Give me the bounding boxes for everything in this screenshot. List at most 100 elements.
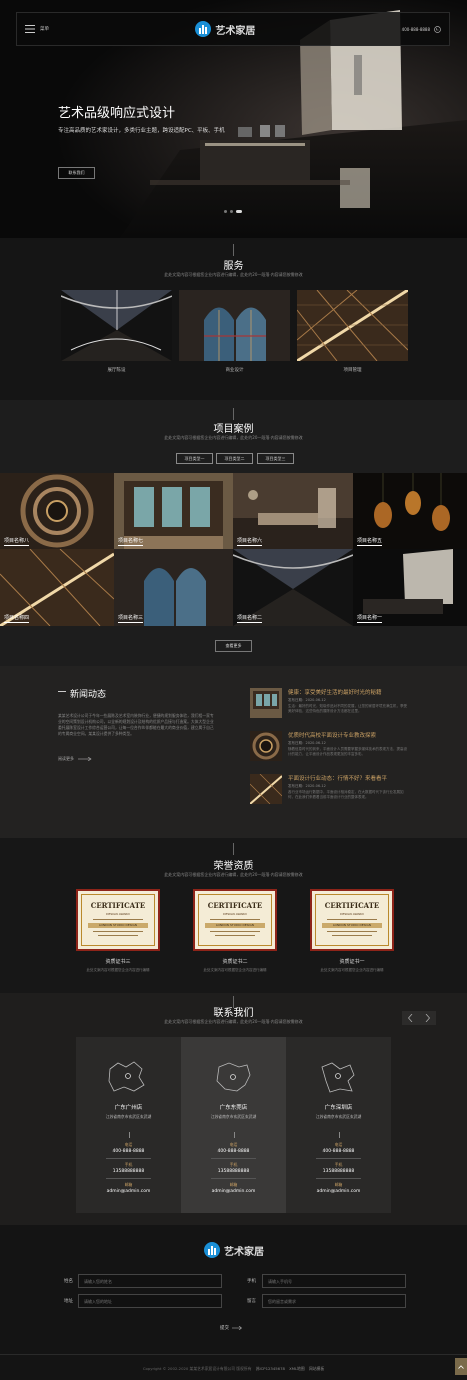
store-mobile: 13588888888 xyxy=(322,1169,355,1174)
store-city: 广东东莞店 xyxy=(219,1105,248,1111)
store-city: 广东深圳店 xyxy=(324,1105,353,1111)
hero-contact-button[interactable]: 联系我们 xyxy=(58,167,95,179)
message-input[interactable] xyxy=(262,1294,406,1308)
brand-logo[interactable]: 艺术家居 xyxy=(195,21,255,37)
contact-title: 联系我们 xyxy=(213,1008,254,1019)
copyright-text: Copyright © 2002-2020 某某艺术家居设计有限公司 版权所有 xyxy=(142,1366,252,1371)
address-input[interactable] xyxy=(78,1294,222,1308)
case-title: 项目名称八 xyxy=(4,538,30,546)
template-link[interactable]: 网站模板 xyxy=(309,1366,324,1371)
service-label: 项目管理 xyxy=(343,368,362,373)
news-item-desc: 各行业市场运行数据中，平面设计相对稳定，在大数据时代下该行业发展如何，在此我们来… xyxy=(288,790,404,799)
service-card-commercial[interactable] xyxy=(179,290,290,361)
store-email: admin@admin.com xyxy=(106,1189,151,1194)
services-subtitle: 此处文案内容可根据您企业内容进行编辑，此处约20一段落·内容请您按需修改 xyxy=(164,272,303,277)
news-item-date: 发布日期：2020-06-12 xyxy=(288,784,326,788)
map-outline-icon xyxy=(216,1062,251,1092)
name-label: 姓名 xyxy=(64,1279,73,1284)
contact-card-guangzhou[interactable]: 广东广州店 江苏省南京市玄武区玄武湖 电话 400-888-8888 手机 13… xyxy=(76,1037,181,1213)
case-tile[interactable]: 项目名称七 xyxy=(114,473,233,549)
slide-dot[interactable] xyxy=(224,210,227,213)
news-item-title[interactable]: 健康：享受美好生活的最好时光的秘籍 xyxy=(288,688,382,696)
menu-label[interactable]: 菜单 xyxy=(40,26,49,32)
news-item[interactable]: 平面设计行业动态：行情不好？来看看平 发布日期：2020-06-12 各行业市场… xyxy=(250,774,410,808)
case-tile[interactable]: 项目名称八 xyxy=(0,473,114,549)
map-outline-icon xyxy=(108,1061,145,1092)
certificate-desc: 此处文案内容可根据您企业内容进行编辑 xyxy=(86,968,150,972)
cases-more-button[interactable]: 查看更多 xyxy=(215,640,252,652)
case-tile[interactable]: 项目名称三 xyxy=(114,549,233,626)
certificate-subheading: DESIGN AWARD xyxy=(223,912,247,916)
service-card-exhibit[interactable] xyxy=(61,290,172,361)
footer-logo[interactable]: 艺术家居 xyxy=(204,1242,264,1258)
name-input[interactable] xyxy=(78,1274,222,1288)
phone-key: 电话 xyxy=(334,1142,343,1147)
header-phone[interactable]: 400-888-8888 xyxy=(401,25,441,33)
store-address: 江苏省南京市玄武区玄武湖 xyxy=(105,1114,152,1119)
hero-subtitle: 专注高品质的艺术家设计，多类行业主题，跨设适配PC、平板、手机 xyxy=(58,128,225,134)
case-tile[interactable]: 项目名称二 xyxy=(233,549,353,626)
news-item-title[interactable]: 平面设计行业动态：行情不好？来看看平 xyxy=(288,774,387,782)
sitemap-link[interactable]: XML地图 xyxy=(289,1366,305,1371)
slide-dot[interactable] xyxy=(230,210,233,213)
logo-icon xyxy=(195,21,212,37)
news-item[interactable]: 健康：享受美好生活的最好时光的秘籍 发布日期：2020-06-12 生活：最好的… xyxy=(250,688,410,722)
cases-subtitle: 此处文案内容可根据您企业内容进行编辑，此处约20一段落·内容请您按需修改 xyxy=(164,435,303,440)
news-title-dash xyxy=(58,691,66,692)
filter-button[interactable]: 项目类型一 xyxy=(176,453,213,464)
email-key: 邮箱 xyxy=(229,1182,238,1187)
certificate-subheading: DESIGN AWARD xyxy=(106,912,130,916)
store-address: 江苏省南京市玄武区玄武湖 xyxy=(210,1114,257,1119)
news-thumbnail xyxy=(250,774,282,804)
certificate-desc: 此处文案内容可根据您企业内容进行编辑 xyxy=(320,968,384,972)
news-item-date: 发布日期：2020-06-12 xyxy=(288,698,326,702)
address-label: 地址 xyxy=(64,1299,73,1304)
store-mobile: 13588888888 xyxy=(112,1169,145,1174)
certificate-heading: CERTIFICATE xyxy=(207,901,263,910)
store-mobile: 13588888888 xyxy=(217,1169,250,1174)
case-title: 项目名称五 xyxy=(357,538,383,546)
service-card-management[interactable] xyxy=(297,290,408,361)
menu-icon[interactable] xyxy=(25,25,35,33)
map-outline-icon xyxy=(321,1062,355,1093)
cases-divider xyxy=(233,408,234,420)
certificate-card[interactable]: CERTIFICATE DESIGN AWARD LONDON STUDIO D… xyxy=(310,889,394,951)
news-more-link[interactable]: 阅读更多 xyxy=(58,756,92,762)
case-tile[interactable]: 项目名称四 xyxy=(0,549,114,626)
top-navigation-bar: 菜单 艺术家居 400-888-8888 xyxy=(16,12,450,46)
contact-card-shenzhen[interactable]: 广东深圳店 江苏省南京市玄武区玄武湖 电话 400-888-8888 手机 13… xyxy=(286,1037,391,1213)
certificate-subheading: DESIGN AWARD xyxy=(340,912,364,916)
certificate-card[interactable]: CERTIFICATE DESIGN AWARD LONDON STUDIO D… xyxy=(193,889,277,951)
phone-number: 400-888-8888 xyxy=(401,26,430,32)
slide-dot-active[interactable] xyxy=(236,210,242,213)
case-tile[interactable]: 项目名称一 xyxy=(353,549,467,626)
submit-label[interactable]: 提交 xyxy=(220,1325,229,1331)
news-item-title[interactable]: 优质时代高校平面设计专业教改探索 xyxy=(288,731,376,739)
service-image xyxy=(179,290,290,361)
email-key: 邮箱 xyxy=(334,1182,343,1187)
contact-subtitle: 此处文案内容可根据您企业内容进行编辑，此处约20一段落·内容请您按需修改 xyxy=(164,1019,303,1024)
mobile-input[interactable] xyxy=(262,1274,406,1288)
menu-toggle[interactable]: 菜单 xyxy=(25,25,49,33)
case-tile[interactable]: 项目名称六 xyxy=(233,473,353,549)
email-key: 邮箱 xyxy=(124,1182,133,1187)
chevron-right-icon[interactable] xyxy=(425,1014,430,1022)
mobile-key: 手机 xyxy=(229,1162,238,1167)
chevron-left-icon[interactable] xyxy=(408,1014,413,1022)
contact-card-dongguan[interactable]: 广东东莞店 江苏省南京市玄武区玄武湖 电话 400-888-8888 手机 13… xyxy=(181,1037,286,1213)
certificate-card[interactable]: CERTIFICATE DESIGN AWARD LONDON STUDIO D… xyxy=(76,889,160,951)
phone-icon xyxy=(434,25,441,33)
certificate-label: 资质证书一 xyxy=(339,959,365,965)
icp-link[interactable]: 苏ICP12345678 xyxy=(256,1366,285,1371)
submit-button[interactable]: 提交 xyxy=(220,1325,242,1331)
news-more-label[interactable]: 阅读更多 xyxy=(58,756,74,762)
certificate-band: LONDON STUDIO DESIGN xyxy=(205,923,265,928)
news-item[interactable]: 优质时代高校平面设计专业教改探索 发布日期：2020-06-12 随着信息时代的… xyxy=(250,731,410,765)
news-item-desc: 生活：最好的时光，知晓作品对不同的发展，让您的家居环境充满生机，享受美好体验，这… xyxy=(288,704,407,713)
filter-button[interactable]: 项目类型三 xyxy=(257,453,294,464)
arrow-right-icon xyxy=(232,1326,242,1330)
filter-button[interactable]: 项目类型二 xyxy=(216,453,253,464)
back-to-top-button[interactable] xyxy=(455,1358,467,1375)
certificate-desc: 此处文案内容可根据您企业内容进行编辑 xyxy=(203,968,267,972)
case-tile[interactable]: 项目名称五 xyxy=(353,473,467,549)
